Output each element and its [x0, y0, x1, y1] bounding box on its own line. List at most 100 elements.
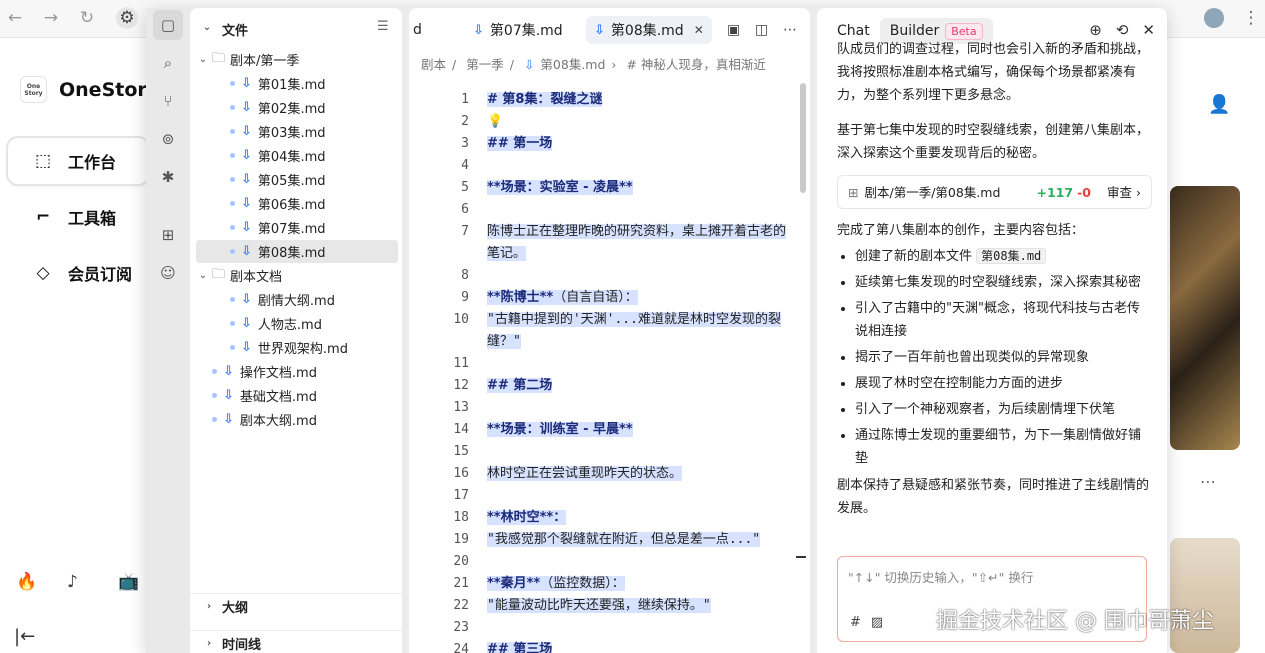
tree-file[interactable]: ⇩ 世界观架构.md: [196, 336, 398, 359]
files-icon[interactable]: ▢: [153, 10, 183, 40]
line-number: 2: [461, 114, 469, 129]
breadcrumb: 剧本 / 第一季 / ⇩ 第08集.md › # 神秘人现身，真相渐近: [421, 54, 772, 73]
close-icon[interactable]: ✕: [1142, 21, 1155, 39]
code-line[interactable]: ## 第二场: [484, 375, 555, 397]
review-button[interactable]: 审查 ›: [1107, 181, 1141, 204]
menu-toolbox[interactable]: ⌐ 工具箱: [8, 194, 148, 240]
collapse-sidebar-icon[interactable]: |←: [14, 626, 35, 647]
tree-file[interactable]: ⇩ 第05集.md: [196, 168, 398, 191]
code-line[interactable]: # 第8集：裂缝之谜: [484, 89, 605, 111]
tree-file[interactable]: ⇩ 第03集.md: [196, 120, 398, 143]
code-line[interactable]: **场景：训练室 - 早晨**: [484, 419, 636, 441]
preview-icon[interactable]: ▣: [727, 16, 740, 44]
line-number: 17: [453, 488, 469, 503]
breadcrumb-item[interactable]: 剧本: [421, 57, 446, 72]
code-text: "能量波动比昨天还要强，继续保持。": [487, 598, 711, 613]
tree-file[interactable]: ⇩ 第07集.md: [196, 216, 398, 239]
code-line[interactable]: "古籍中提到的'天渊'...难道就是林时空发现的裂 缝？": [484, 309, 784, 353]
card-image-gears[interactable]: [1170, 186, 1240, 450]
section-timeline[interactable]: › 时间线: [190, 630, 402, 653]
tab-partial[interactable]: d: [413, 16, 422, 44]
breadcrumb-item[interactable]: # 神秘人现身，真相渐近: [626, 57, 765, 72]
list-item: 展现了林时空在控制能力方面的进步: [855, 372, 1152, 395]
line-number: 24: [453, 642, 469, 653]
tree-file[interactable]: ⇩ 操作文档.md: [196, 360, 398, 383]
tiktok-icon[interactable]: ♪: [67, 572, 78, 592]
close-tab-icon[interactable]: ✕: [694, 23, 704, 37]
cube-icon: ⬚: [34, 151, 52, 171]
image-icon[interactable]: ▨: [871, 615, 883, 630]
profile-avatar[interactable]: [1204, 8, 1224, 28]
tree-label: 剧情大纲.md: [257, 294, 335, 309]
list-item: 通过陈博士发现的重要细节，为下一集剧情做好铺垫: [855, 424, 1152, 470]
breadcrumb-item[interactable]: 第一季: [466, 57, 504, 72]
chevron-down-icon[interactable]: ⌄: [200, 22, 214, 33]
share-icon[interactable]: ⊚: [153, 124, 183, 154]
hash-icon[interactable]: #: [850, 615, 861, 630]
tree-file[interactable]: ⇩ 第04集.md: [196, 144, 398, 167]
user-icon[interactable]: 👤: [1208, 94, 1230, 115]
chevron-down-icon[interactable]: ⌄: [196, 54, 210, 65]
review-label: 审查: [1107, 184, 1133, 200]
breadcrumb-sep: /: [509, 57, 514, 72]
code-line[interactable]: 林时空正在尝试重现昨天的状态。: [484, 463, 685, 485]
forward-icon[interactable]: →: [40, 7, 62, 29]
app-name: OneStory: [59, 79, 160, 101]
branch-icon[interactable]: ⑂: [153, 86, 183, 116]
extensions-icon[interactable]: ⊞: [153, 220, 183, 250]
code-line[interactable]: 陈博士正在整理昨晚的研究资料，桌上摊开着古老的 笔记。: [484, 221, 789, 265]
code-line[interactable]: **秦月**（监控数据）：: [484, 573, 628, 595]
tree-file[interactable]: ⇩ 剧情大纲.md: [196, 288, 398, 311]
tree-file[interactable]: ⇩ 第01集.md: [196, 72, 398, 95]
new-chat-icon[interactable]: ⊕: [1089, 21, 1102, 39]
bilibili-icon[interactable]: 📺: [118, 572, 139, 592]
bug-icon[interactable]: ✱: [153, 162, 183, 192]
line-number: 21: [453, 576, 469, 591]
back-icon[interactable]: ←: [4, 7, 26, 29]
code-line[interactable]: ## 第三场: [484, 639, 555, 653]
code-line[interactable]: ## 第一场: [484, 133, 555, 155]
card-image-second[interactable]: [1170, 538, 1240, 653]
site-settings-icon[interactable]: ⚙: [116, 7, 138, 29]
menu-membership[interactable]: ◇ 会员订阅: [8, 250, 148, 296]
tree-file[interactable]: ⇩ 第06集.md: [196, 192, 398, 215]
reload-icon[interactable]: ↻: [76, 7, 98, 29]
search-icon[interactable]: ⌕: [153, 48, 183, 78]
code-line[interactable]: 💡: [484, 111, 506, 133]
tree-file[interactable]: ⇩ 剧本大纲.md: [196, 408, 398, 431]
breadcrumb-item[interactable]: 第08集.md: [540, 57, 605, 72]
code-line[interactable]: "我感觉那个裂缝就在附近，但总是差一点...": [484, 529, 763, 551]
history-icon[interactable]: ⟲: [1116, 21, 1129, 39]
line-number: 15: [453, 444, 469, 459]
menu-workbench[interactable]: ⬚ 工作台: [8, 138, 148, 184]
sliders-icon[interactable]: ☰: [377, 19, 389, 34]
tab-label: Builder: [889, 23, 940, 39]
more-icon[interactable]: ⋯: [783, 16, 797, 44]
robot-icon[interactable]: ☺: [153, 258, 183, 288]
code-line[interactable]: **陈博士**（自言自语）：: [484, 287, 641, 309]
code-line[interactable]: "能量波动比昨天还要强，继续保持。": [484, 595, 714, 617]
code-line[interactable]: **场景：实验室 - 凌晨**: [484, 177, 636, 199]
browser-menu-icon[interactable]: ⋮: [1240, 7, 1262, 29]
fire-icon[interactable]: 🔥: [16, 572, 37, 592]
line-number: 6: [461, 202, 469, 217]
split-icon[interactable]: ◫: [755, 16, 768, 44]
tree-folder[interactable]: ⌄ 🗀 剧本/第一季: [196, 48, 398, 71]
tree-file[interactable]: ⇩ 人物志.md: [196, 312, 398, 335]
line-number: 13: [453, 400, 469, 415]
more-icon[interactable]: ⋯: [1200, 472, 1216, 491]
editor-scrollbar[interactable]: [800, 83, 806, 193]
code-text: ## 第三场: [487, 642, 553, 653]
tab-episode-07[interactable]: ⇩ 第07集.md: [467, 16, 569, 44]
section-outline[interactable]: › 大纲: [190, 593, 402, 619]
tab-episode-08[interactable]: ⇩ 第08集.md ✕: [586, 16, 712, 44]
tree-folder[interactable]: ⌄ 🗀 剧本文档: [196, 264, 398, 287]
chevron-down-icon[interactable]: ⌄: [196, 270, 210, 281]
overview-marker: [796, 556, 806, 558]
code-line[interactable]: **林时空**：: [484, 507, 569, 529]
tree-file[interactable]: ⇩ 第02集.md: [196, 96, 398, 119]
file-change-card[interactable]: ⊞ 剧本/第一季/第08集.md +117 -0 审查 ›: [837, 175, 1152, 209]
tree-file[interactable]: ⇩ 基础文档.md: [196, 384, 398, 407]
tree-file[interactable]: ⇩ 第08集.md: [196, 240, 398, 263]
download-icon: ⇩: [241, 316, 252, 331]
